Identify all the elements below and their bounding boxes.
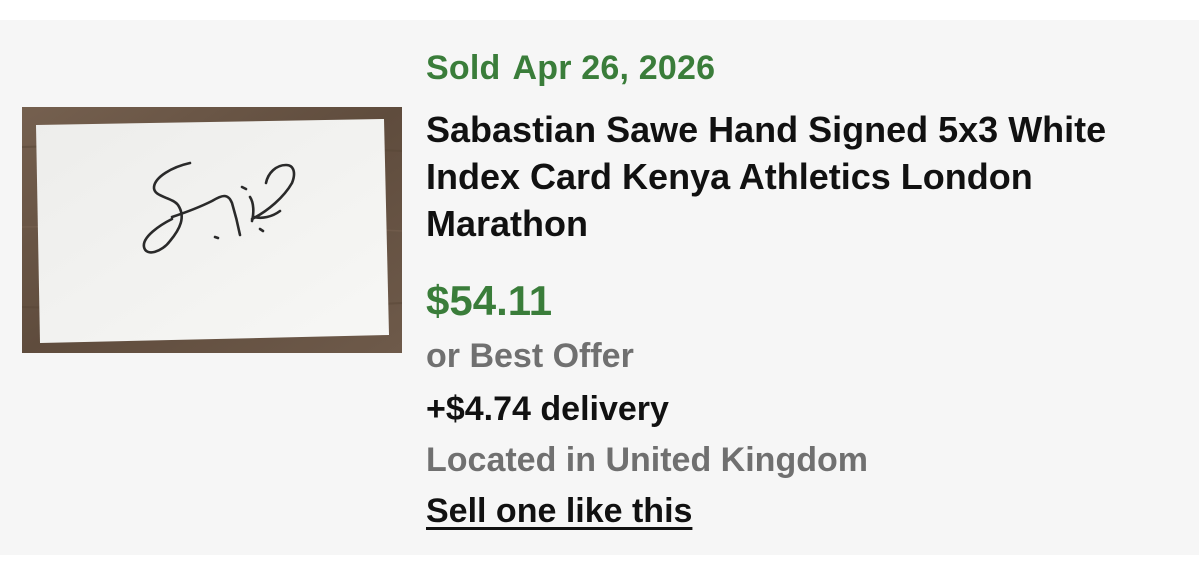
sell-one-like-this-link[interactable]: Sell one like this	[426, 492, 692, 531]
listing-card: Sold Apr 26, 2026 Sabastian Sawe Hand Sig…	[0, 20, 1199, 555]
listing-image[interactable]	[22, 107, 402, 353]
signed-card-photo	[22, 107, 402, 353]
item-location: Located in United Kingdom	[426, 441, 868, 479]
sold-status-line: Sold Apr 26, 2026	[426, 49, 715, 88]
delivery-cost: +$4.74 delivery	[426, 390, 669, 428]
sold-label: Sold	[426, 49, 501, 87]
listing-title[interactable]: Sabastian Sawe Hand Signed 5x3 White Ind…	[426, 106, 1146, 247]
sold-date: Apr 26, 2026	[512, 49, 716, 87]
best-offer-label: or Best Offer	[426, 337, 634, 375]
sold-price: $54.11	[426, 277, 553, 324]
